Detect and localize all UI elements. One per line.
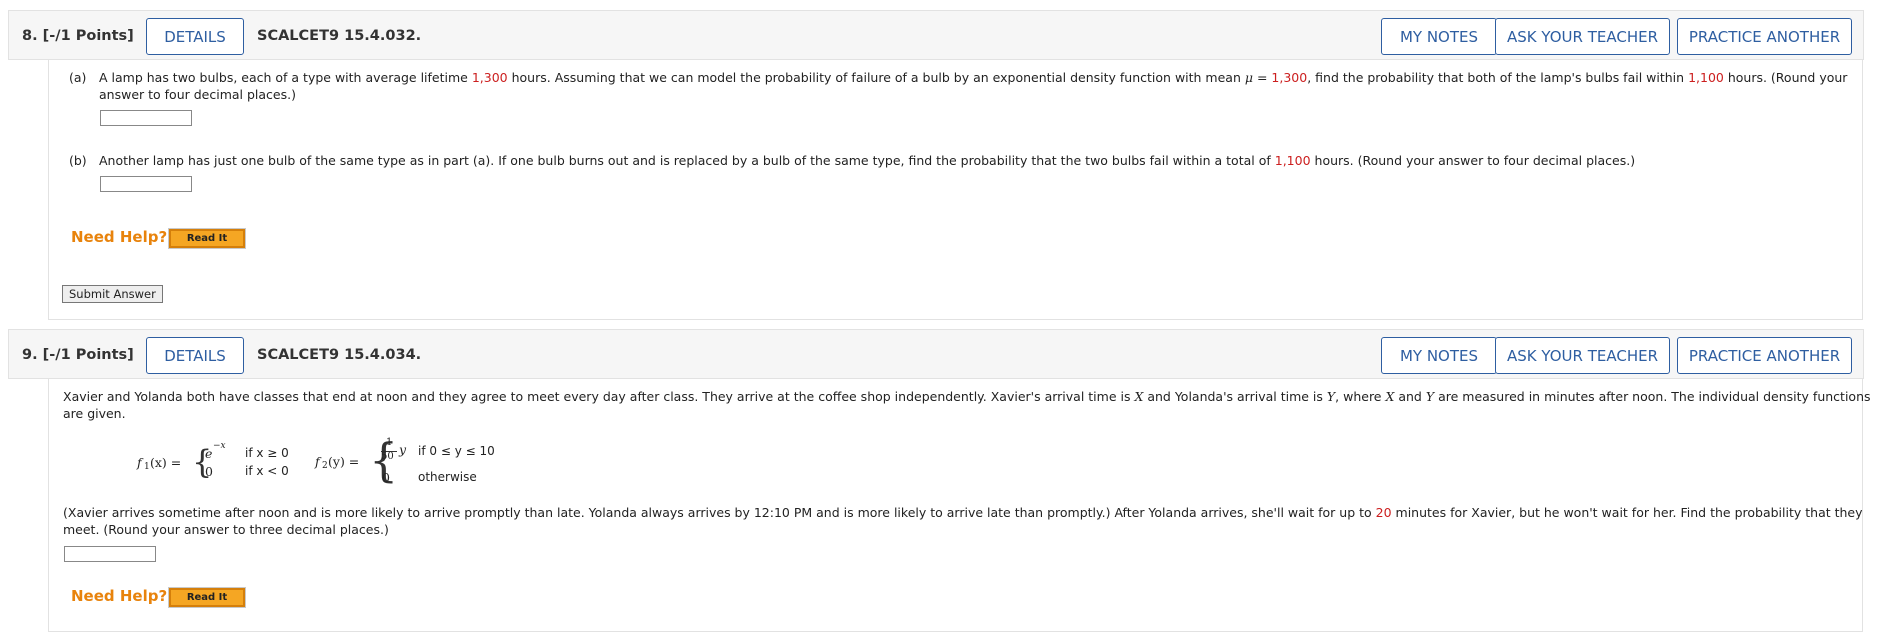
q8-part-b-answer-input[interactable] bbox=[100, 176, 192, 192]
q9-formula-f1: f 1 (x) = { e −x if x ≥ 0 0 if x < 0 bbox=[137, 441, 289, 481]
q8-question-id: SCALCET9 15.4.032. bbox=[257, 28, 422, 44]
f2-name: f bbox=[315, 454, 320, 469]
f2-case2-expr: 0 bbox=[382, 470, 390, 485]
q9-my-notes-button[interactable]: MY NOTES bbox=[1381, 337, 1497, 374]
q8-number: 8. [-/1 Points] bbox=[22, 28, 134, 44]
q9-answer-input[interactable] bbox=[64, 546, 156, 562]
f2-frac-num: 1 bbox=[386, 437, 393, 448]
q8-part-b-text: Another lamp has just one bulb of the sa… bbox=[99, 152, 1635, 169]
f2-case1-var: y bbox=[399, 442, 407, 457]
q9-need-help-label: Need Help? bbox=[71, 587, 168, 605]
q9-question-id: SCALCET9 15.4.034. bbox=[257, 347, 422, 363]
f1-case1-sup: −x bbox=[213, 441, 226, 451]
q8-ask-teacher-button[interactable]: ASK YOUR TEACHER bbox=[1495, 18, 1670, 55]
q9-details-button[interactable]: DETAILS bbox=[146, 337, 244, 374]
f1-case1-cond: if x ≥ 0 bbox=[245, 446, 289, 460]
q9-intro-t2: and Yolanda's arrival time is bbox=[1143, 389, 1327, 404]
q9-intro-t1: Xavier and Yolanda both have classes tha… bbox=[63, 389, 1135, 404]
q8-part-b-label: (b) bbox=[69, 153, 87, 168]
q8-part-a-mean: 1,300 bbox=[1271, 70, 1308, 85]
q9-intro-t3: , where bbox=[1335, 389, 1386, 404]
q9-intro: Xavier and Yolanda both have classes tha… bbox=[63, 388, 1871, 405]
q8-part-b-t1: Another lamp has just one bulb of the sa… bbox=[99, 153, 1275, 168]
f1-arg: (x) = bbox=[150, 455, 182, 470]
q9-intro-y2: Y bbox=[1425, 389, 1435, 404]
q9-intro-line2: are given. bbox=[63, 406, 126, 421]
q9-body: Xavier and Yolanda both have classes tha… bbox=[48, 379, 1871, 632]
q8-part-a-t2: hours. Assuming that we can model the pr… bbox=[507, 70, 1245, 85]
f2-frac-den: 50 bbox=[381, 451, 394, 462]
q8-part-a-eq: = bbox=[1253, 70, 1272, 85]
f1-case1-expr: e bbox=[205, 446, 213, 461]
q8-part-a-line2: answer to four decimal places.) bbox=[99, 87, 296, 102]
q9-para-t1: (Xavier arrives sometime after noon and … bbox=[63, 505, 1376, 520]
q8-body: (a) A lamp has two bulbs, each of a type… bbox=[48, 60, 1863, 320]
q9-number: 9. [-/1 Points] bbox=[22, 347, 134, 363]
f1-name: f bbox=[137, 455, 142, 470]
q8-part-a-label: (a) bbox=[69, 70, 87, 85]
q8-part-a-mu: μ bbox=[1244, 70, 1253, 85]
q8-part-a-text: A lamp has two bulbs, each of a type wit… bbox=[99, 69, 1847, 86]
f1-case2-cond: if x < 0 bbox=[245, 464, 289, 478]
q9-paragraph: (Xavier arrives sometime after noon and … bbox=[63, 504, 1863, 521]
q9-para-minutes: 20 bbox=[1375, 505, 1392, 520]
f1-subscript: 1 bbox=[144, 462, 150, 472]
q9-practice-another-button[interactable]: PRACTICE ANOTHER bbox=[1677, 337, 1852, 374]
q9-read-it-button[interactable]: Read It bbox=[168, 587, 246, 608]
q9-para-t2: minutes for Xavier, but he won't wait fo… bbox=[1391, 505, 1863, 520]
q8-part-a-hours: 1,100 bbox=[1688, 70, 1724, 85]
q9-header: 9. [-/1 Points] DETAILS SCALCET9 15.4.03… bbox=[8, 329, 1864, 379]
q8-part-a-t3: , find the probability that both of the … bbox=[1307, 70, 1689, 85]
q8-read-it-button[interactable]: Read It bbox=[168, 228, 246, 249]
q8-details-button[interactable]: DETAILS bbox=[146, 18, 244, 55]
f2-case1-cond: if 0 ≤ y ≤ 10 bbox=[418, 444, 495, 458]
q8-practice-another-button[interactable]: PRACTICE ANOTHER bbox=[1677, 18, 1852, 55]
q8-header: 8. [-/1 Points] DETAILS SCALCET9 15.4.03… bbox=[8, 10, 1864, 60]
q8-submit-answer-button[interactable]: Submit Answer bbox=[62, 285, 163, 303]
q8-part-a-t1: A lamp has two bulbs, each of a type wit… bbox=[99, 70, 472, 85]
f2-case2-cond: otherwise bbox=[418, 470, 477, 484]
q8-my-notes-button[interactable]: MY NOTES bbox=[1381, 18, 1497, 55]
q9-intro-y: Y bbox=[1326, 389, 1336, 404]
q9-intro-t5: are measured in minutes after noon. The … bbox=[1434, 389, 1871, 404]
q8-need-help-label: Need Help? bbox=[71, 228, 168, 246]
q8-part-a-answer-input[interactable] bbox=[100, 110, 192, 126]
q8-part-b-hours: 1,100 bbox=[1274, 153, 1311, 168]
q9-para-line2: meet. (Round your answer to three decima… bbox=[63, 522, 389, 537]
q8-part-a-lifetime: 1,300 bbox=[471, 70, 508, 85]
q8-part-a-t4: hours. (Round your bbox=[1723, 70, 1848, 85]
f2-subscript: 2 bbox=[322, 461, 328, 471]
q8-part-b-t2: hours. (Round your answer to four decima… bbox=[1310, 153, 1636, 168]
q9-formula-f2: f 2 (y) = { 1 50 y if 0 ≤ y ≤ 10 0 other… bbox=[315, 433, 515, 487]
f2-arg: (y) = bbox=[328, 454, 360, 469]
q9-ask-teacher-button[interactable]: ASK YOUR TEACHER bbox=[1495, 337, 1670, 374]
q9-intro-t4: and bbox=[1394, 389, 1426, 404]
f1-case2-expr: 0 bbox=[205, 464, 213, 479]
